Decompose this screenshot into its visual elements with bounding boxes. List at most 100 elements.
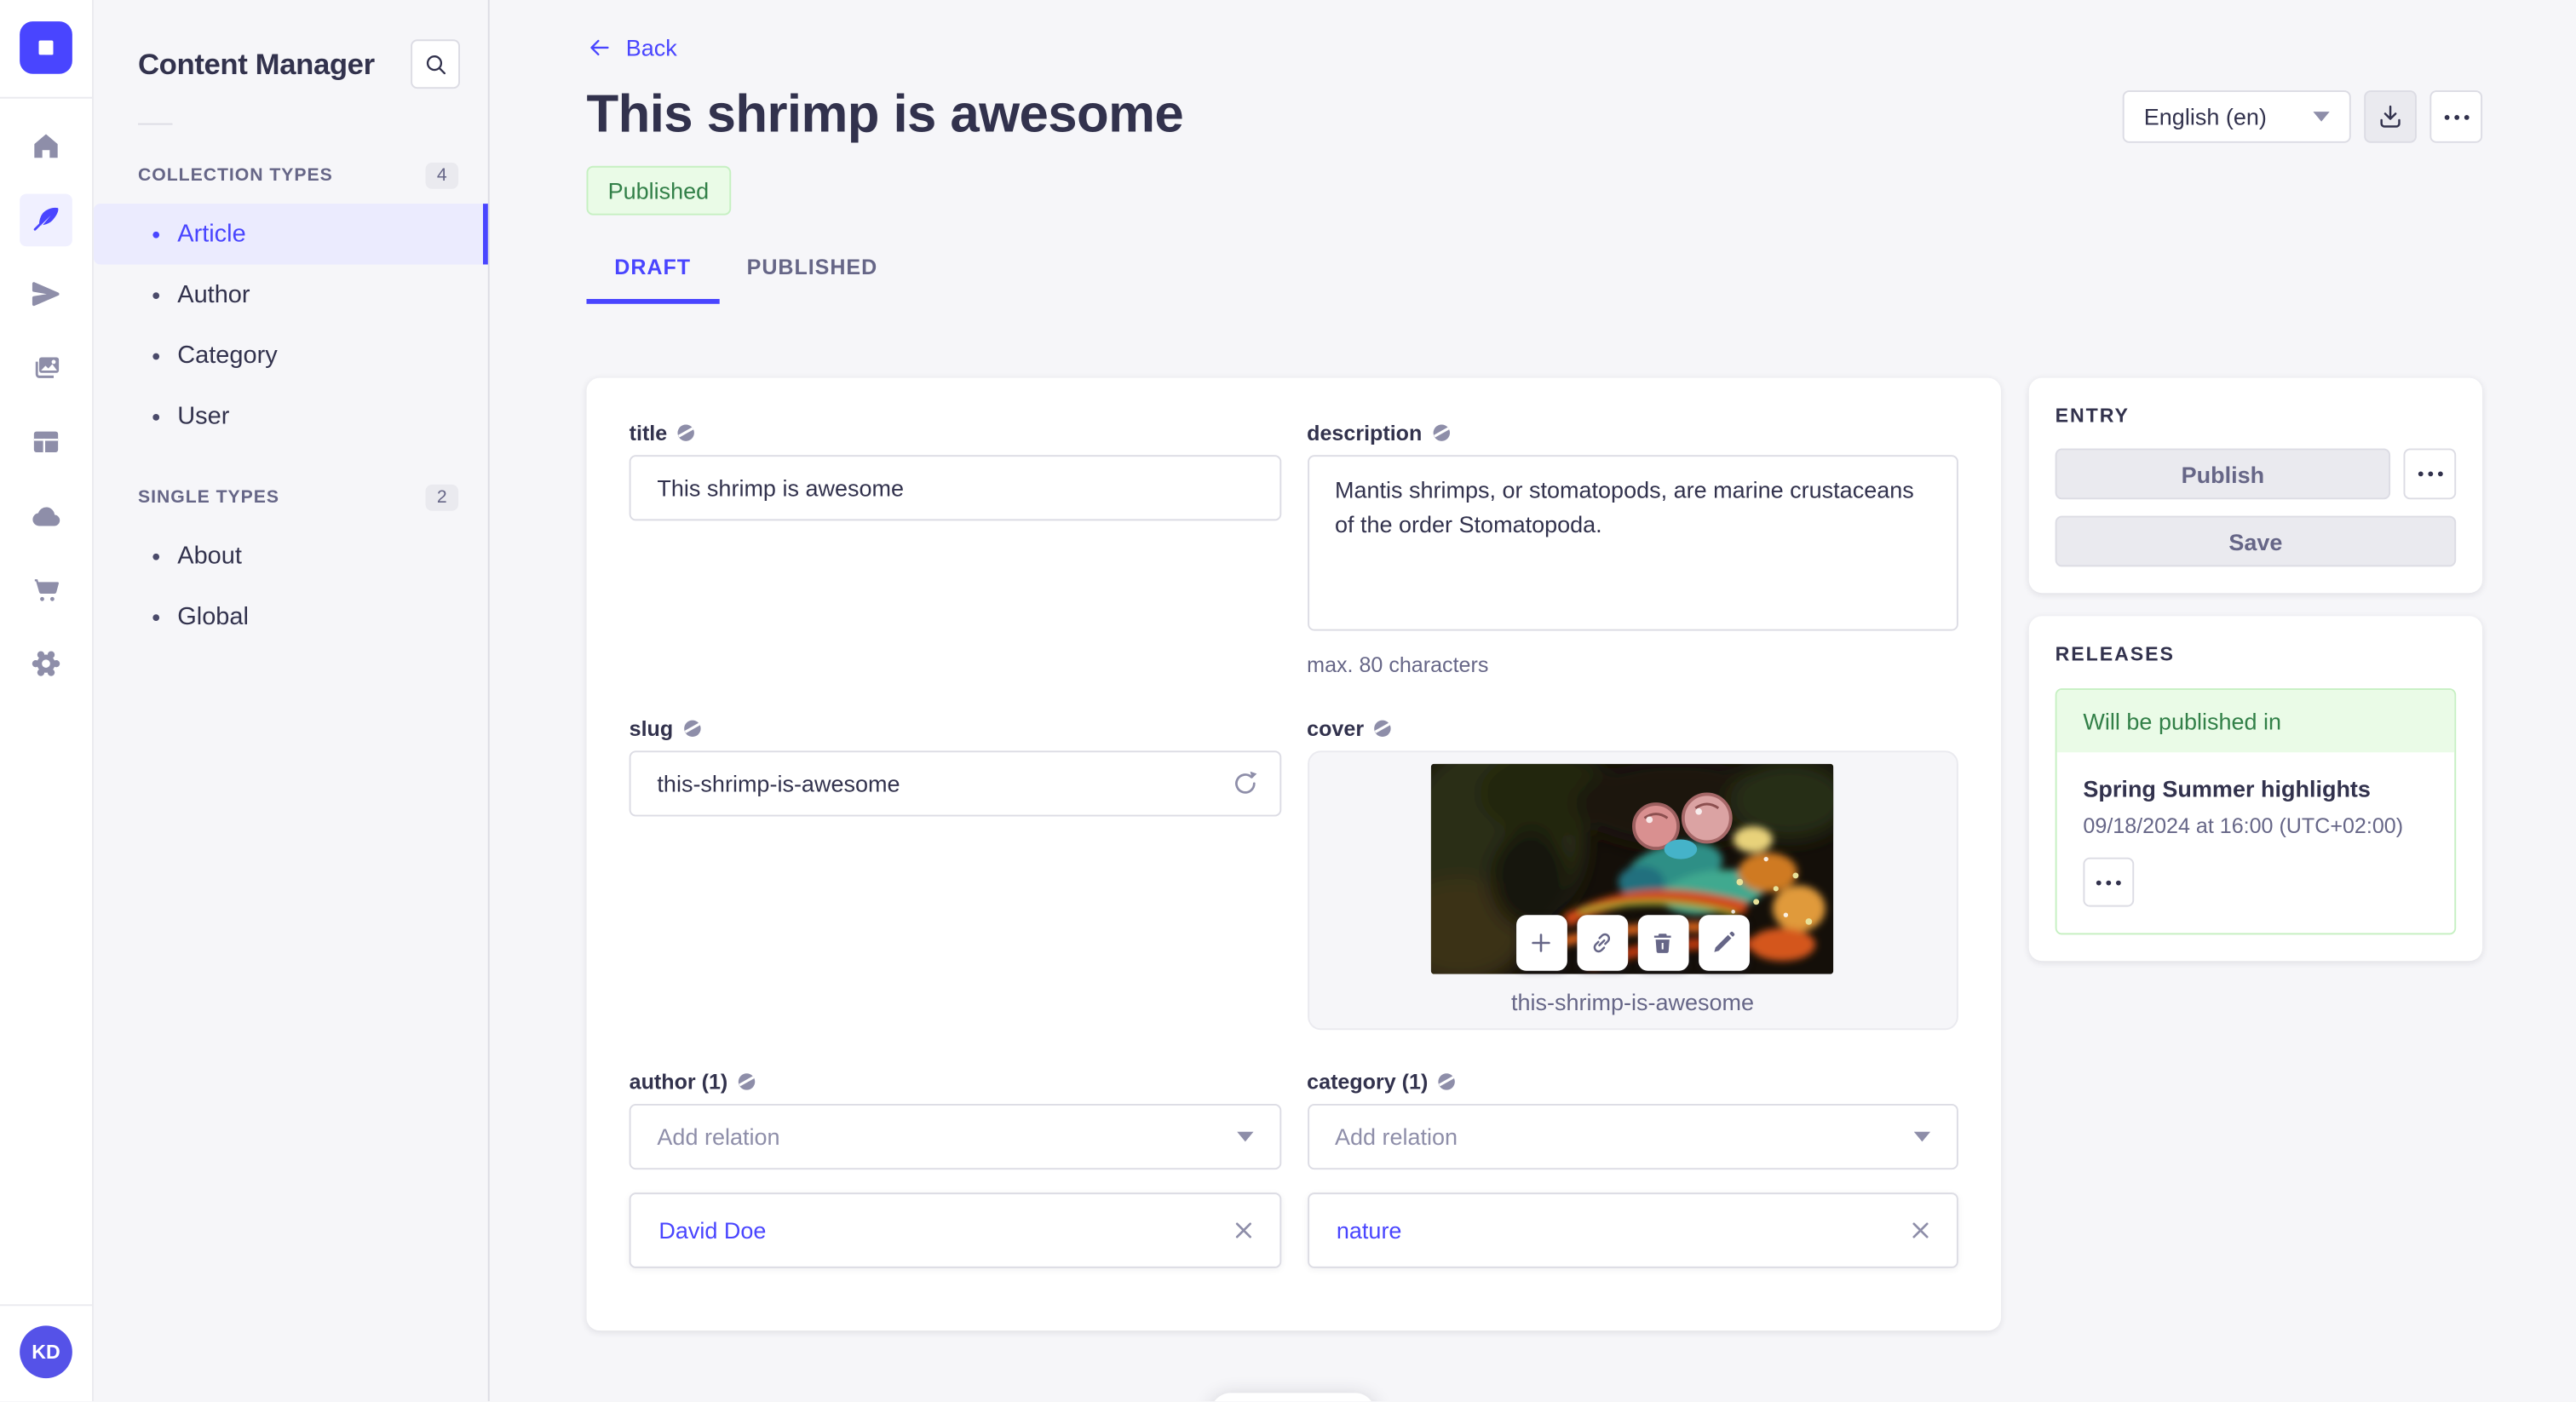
title-input[interactable] bbox=[629, 455, 1281, 521]
combobox-placeholder: Add relation bbox=[657, 1123, 780, 1150]
relation-link[interactable]: David Doe bbox=[658, 1217, 766, 1244]
globe-icon bbox=[736, 1071, 757, 1092]
tab-draft[interactable]: DRAFT bbox=[586, 248, 718, 304]
relation-link[interactable]: nature bbox=[1337, 1217, 1402, 1244]
download-icon bbox=[2376, 102, 2406, 132]
locale-value: English (en) bbox=[2143, 103, 2267, 130]
single-types-label: SINGLE TYPES bbox=[137, 487, 280, 508]
copy-link-button[interactable] bbox=[1576, 915, 1628, 971]
category-label: category (1) bbox=[1307, 1069, 1429, 1095]
trash-icon bbox=[1648, 928, 1678, 958]
rail-bottom: KD bbox=[0, 1304, 92, 1401]
sidebar-item-article[interactable]: Article bbox=[93, 204, 488, 265]
collection-types-list: Article Author Category User bbox=[93, 204, 488, 446]
single-types-count-badge: 2 bbox=[425, 484, 459, 511]
sidebar-item-marketplace[interactable] bbox=[20, 563, 72, 616]
description-label: description bbox=[1307, 420, 1423, 445]
sidebar-item-content-type-builder[interactable] bbox=[20, 416, 72, 468]
sidebar-item-home[interactable] bbox=[20, 120, 72, 173]
gear-icon bbox=[30, 647, 63, 681]
cover-actions bbox=[1515, 915, 1750, 971]
sidebar-item-author[interactable]: Author bbox=[94, 264, 488, 325]
globe-icon bbox=[681, 718, 703, 739]
back-label: Back bbox=[625, 34, 677, 61]
app-root: KD Content Manager COLLECTION TYPES 4 Ar… bbox=[0, 0, 2576, 1402]
author-label: author (1) bbox=[629, 1069, 728, 1095]
sidebar-item-category[interactable]: Category bbox=[94, 325, 488, 386]
bullet-icon bbox=[152, 352, 160, 359]
combobox-placeholder: Add relation bbox=[1334, 1123, 1458, 1150]
layout-icon bbox=[30, 425, 63, 458]
close-icon[interactable] bbox=[1230, 1217, 1256, 1244]
field-category: category (1) Add relation nature bbox=[1307, 1069, 1958, 1268]
sidebar-item-media-library[interactable] bbox=[20, 342, 72, 394]
bullet-icon bbox=[152, 230, 160, 238]
globe-icon bbox=[1430, 422, 1452, 444]
locale-select[interactable]: English (en) bbox=[2122, 90, 2351, 143]
download-button[interactable] bbox=[2364, 90, 2417, 143]
avatar-initials: KD bbox=[32, 1340, 60, 1364]
release-more-button[interactable] bbox=[2083, 857, 2135, 907]
avatar[interactable]: KD bbox=[20, 1325, 72, 1379]
globe-icon bbox=[1372, 718, 1394, 739]
sidebar-item-about[interactable]: About bbox=[94, 526, 488, 586]
slug-input[interactable] bbox=[629, 750, 1281, 817]
sidebar-item-global[interactable]: Global bbox=[94, 586, 488, 646]
add-asset-button[interactable] bbox=[1515, 915, 1567, 971]
sidebar-item-label: Global bbox=[177, 602, 249, 631]
field-cover: cover this-shrimp-is-awesome bbox=[1307, 716, 1958, 1031]
entry-panel: ENTRY Publish Save bbox=[2028, 377, 2483, 594]
arrow-left-icon bbox=[586, 34, 612, 60]
ellipsis-icon bbox=[2096, 879, 2121, 885]
home-icon bbox=[30, 129, 63, 163]
sidebar-item-deploy[interactable] bbox=[20, 490, 72, 543]
header-more-button[interactable] bbox=[2429, 90, 2483, 143]
strapi-logo[interactable] bbox=[20, 21, 72, 74]
sidebar-item-releases[interactable] bbox=[20, 267, 72, 320]
search-button[interactable] bbox=[411, 39, 460, 89]
author-relation-combobox[interactable]: Add relation bbox=[629, 1103, 1281, 1170]
collection-types-count-badge: 4 bbox=[425, 162, 459, 189]
cloud-icon bbox=[30, 499, 63, 532]
search-icon bbox=[422, 50, 450, 78]
cart-icon bbox=[30, 573, 63, 606]
description-input[interactable]: Mantis shrimps, or stomatopods, are mari… bbox=[1307, 455, 1958, 631]
back-link[interactable]: Back bbox=[586, 34, 677, 61]
tab-published[interactable]: PUBLISHED bbox=[719, 248, 906, 304]
sidebar-item-label: Author bbox=[177, 280, 250, 309]
chevron-down-icon bbox=[2313, 112, 2330, 122]
author-relation-item: David Doe bbox=[629, 1192, 1281, 1268]
bullet-icon bbox=[152, 413, 160, 420]
category-relation-item: nature bbox=[1307, 1192, 1958, 1268]
bullet-icon bbox=[152, 552, 160, 560]
release-name: Spring Summer highlights bbox=[2083, 775, 2371, 802]
bullet-icon bbox=[152, 291, 160, 299]
sidebar-item-settings[interactable] bbox=[20, 637, 72, 690]
save-button[interactable]: Save bbox=[2055, 515, 2457, 567]
collection-types-label: COLLECTION TYPES bbox=[137, 165, 333, 186]
pencil-icon bbox=[1709, 928, 1739, 958]
right-panel: ENTRY Publish Save RELEASES Will be publ… bbox=[2028, 377, 2483, 962]
entry-more-button[interactable] bbox=[2403, 448, 2457, 500]
field-author: author (1) Add relation David Doe bbox=[629, 1069, 1281, 1268]
edit-form-card: title description Mantis shrimps, or sto… bbox=[586, 377, 2001, 1331]
rail-divider bbox=[0, 96, 92, 99]
chevron-down-icon bbox=[1913, 1131, 1931, 1142]
delete-asset-button[interactable] bbox=[1637, 915, 1689, 971]
regenerate-icon[interactable] bbox=[1228, 767, 1262, 801]
description-hint: max. 80 characters bbox=[1307, 652, 1489, 677]
single-types-header: SINGLE TYPES 2 bbox=[94, 484, 488, 511]
floating-widget[interactable] bbox=[1210, 1393, 1376, 1402]
sidebar-item-user[interactable]: User bbox=[94, 386, 488, 446]
edit-asset-button[interactable] bbox=[1698, 915, 1750, 971]
sidebar-item-label: Category bbox=[177, 342, 278, 370]
close-icon[interactable] bbox=[1907, 1217, 1934, 1244]
bullet-icon bbox=[152, 613, 160, 621]
title-label: title bbox=[629, 420, 668, 445]
category-relation-combobox[interactable]: Add relation bbox=[1307, 1103, 1958, 1170]
content-manager-sidebar: Content Manager COLLECTION TYPES 4 Artic… bbox=[93, 0, 490, 1402]
publish-button[interactable]: Publish bbox=[2055, 448, 2391, 500]
sidebar-item-content-manager[interactable] bbox=[20, 193, 72, 247]
status-badge: Published bbox=[586, 165, 731, 215]
paper-plane-icon bbox=[30, 278, 63, 311]
